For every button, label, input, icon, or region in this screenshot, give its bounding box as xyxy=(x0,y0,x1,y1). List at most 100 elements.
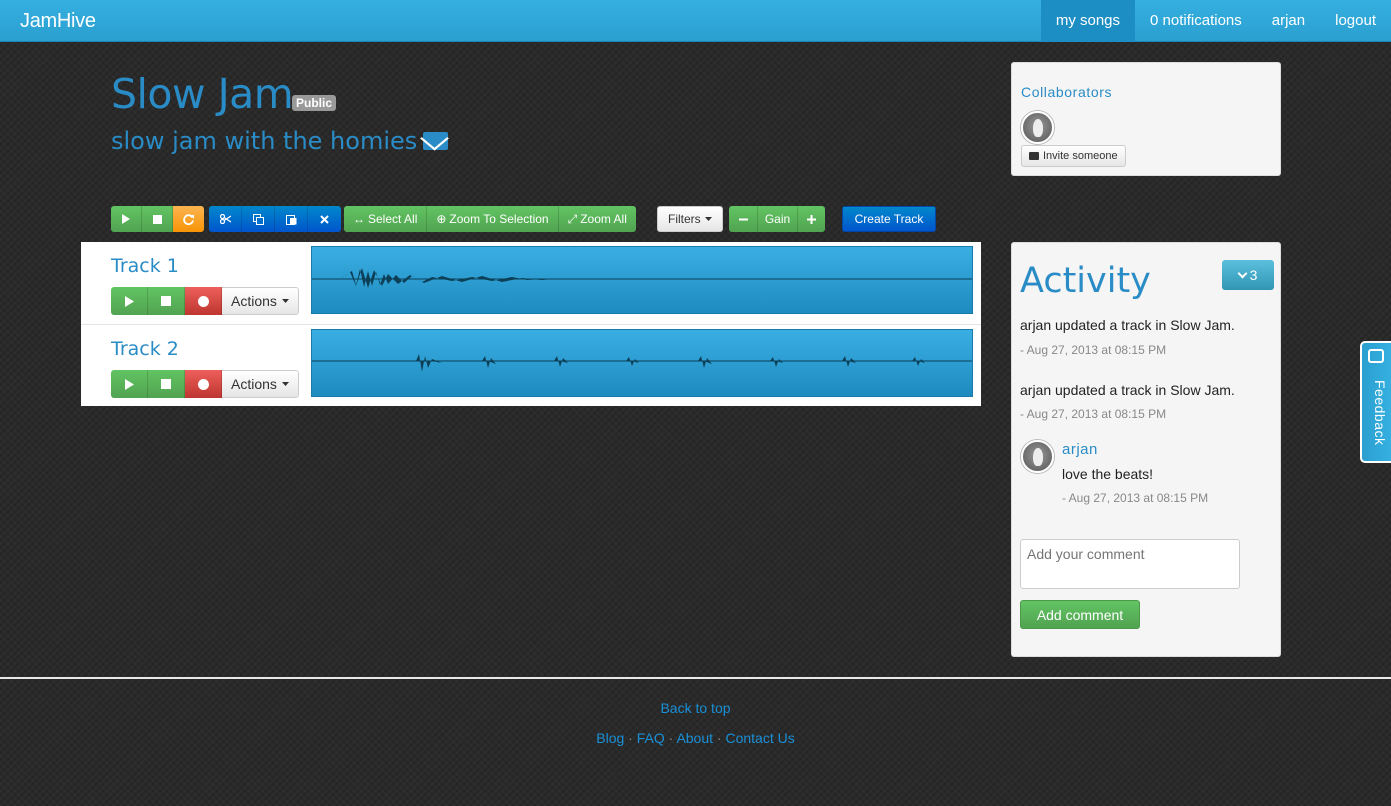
caret-down-icon xyxy=(281,299,289,303)
plus-icon xyxy=(807,214,816,224)
brand-logo[interactable]: JamHive xyxy=(20,0,96,42)
minus-icon xyxy=(738,218,748,220)
refresh-icon xyxy=(183,213,194,225)
comment-time: - Aug 27, 2013 at 08:15 PM xyxy=(1062,491,1209,505)
activity-item-time: - Aug 27, 2013 at 08:15 PM xyxy=(1020,343,1167,357)
chevron-down-icon xyxy=(1237,268,1248,278)
track-waveform[interactable] xyxy=(311,329,973,397)
avatar[interactable] xyxy=(1021,111,1054,144)
nav-my-songs[interactable]: my songs xyxy=(1040,0,1136,42)
waveform-graphic xyxy=(312,354,972,372)
track-record-button[interactable] xyxy=(185,287,222,315)
megaphone-icon xyxy=(1368,349,1384,363)
play-all-button[interactable] xyxy=(111,206,142,232)
play-icon xyxy=(124,295,134,307)
visibility-badge: Public xyxy=(292,95,337,111)
footer-link-faq[interactable]: FAQ xyxy=(637,730,665,746)
collaborators-title: Collaborators xyxy=(1021,84,1113,100)
copy-icon xyxy=(252,213,264,225)
actions-label: Actions xyxy=(231,376,277,392)
back-to-top-link: Back to top xyxy=(0,700,1391,716)
delete-button[interactable] xyxy=(308,206,341,232)
track-actions-dropdown[interactable]: Actions xyxy=(222,287,299,315)
waveform-graphic xyxy=(312,268,972,288)
nav-user[interactable]: arjan xyxy=(1257,0,1320,42)
play-icon xyxy=(122,214,130,224)
top-navbar: JamHive my songs 0 notifications arjan l… xyxy=(0,0,1391,42)
add-comment-button[interactable]: Add comment xyxy=(1020,600,1140,629)
selection-group: ↔ Select All ⊕ Zoom To Selection ⤢ Zoom … xyxy=(344,206,636,232)
track-stop-button[interactable] xyxy=(148,287,185,315)
caret-down-icon xyxy=(281,382,289,386)
track-name[interactable]: Track 2 xyxy=(111,338,179,360)
nav-logout[interactable]: logout xyxy=(1320,0,1391,42)
actions-label: Actions xyxy=(231,293,277,309)
track-record-button[interactable] xyxy=(185,370,222,398)
stop-icon xyxy=(161,379,171,389)
gain-decrease-button[interactable] xyxy=(729,206,758,232)
footer-link-contact[interactable]: Contact Us xyxy=(725,730,794,746)
invite-button[interactable]: Invite someone xyxy=(1021,145,1126,167)
select-all-label: Select All xyxy=(368,212,418,226)
paste-icon xyxy=(285,214,296,225)
close-icon xyxy=(320,214,329,224)
record-icon xyxy=(197,378,209,390)
zoom-selection-button[interactable]: ⊕ Zoom To Selection xyxy=(427,206,559,232)
fullscreen-icon: ⤢ xyxy=(567,212,578,226)
feedback-tab[interactable]: Feedback xyxy=(1360,341,1391,463)
select-all-button[interactable]: ↔ Select All xyxy=(344,206,428,232)
envelope-icon[interactable] xyxy=(423,132,449,150)
footer-divider xyxy=(0,677,1391,679)
back-to-top-label[interactable]: Back to top xyxy=(660,700,730,716)
edit-group xyxy=(209,206,341,232)
comment-author[interactable]: arjan xyxy=(1062,441,1098,458)
stop-all-button[interactable] xyxy=(142,206,173,232)
filters-label: Filters xyxy=(668,212,701,226)
stop-icon xyxy=(152,214,162,224)
zoom-in-icon: ⊕ xyxy=(436,212,447,226)
track-stop-button[interactable] xyxy=(148,370,185,398)
loop-button[interactable] xyxy=(173,206,204,232)
stop-icon xyxy=(161,296,171,306)
activity-title: Activity xyxy=(1020,261,1151,301)
cut-button[interactable] xyxy=(209,206,242,232)
nav-notifications[interactable]: 0 notifications xyxy=(1135,0,1257,42)
activity-toggle-button[interactable]: 3 xyxy=(1222,260,1274,290)
track-play-button[interactable] xyxy=(111,370,148,398)
filters-dropdown[interactable]: Filters xyxy=(657,206,723,232)
collaborators-panel: Collaborators Invite someone xyxy=(1011,62,1281,176)
play-icon xyxy=(124,378,134,390)
invite-label: Invite someone xyxy=(1043,150,1118,162)
create-track-group: Create Track xyxy=(842,206,936,232)
arrows-horizontal-icon: ↔ xyxy=(353,212,365,226)
track-waveform[interactable] xyxy=(311,246,973,314)
track-controls: Actions xyxy=(111,370,299,398)
avatar[interactable] xyxy=(1021,440,1054,473)
comment-text: love the beats! xyxy=(1062,466,1154,482)
track-play-button[interactable] xyxy=(111,287,148,315)
track-list: Track 1 Actions Track 2 Actions xyxy=(81,242,981,406)
paste-button[interactable] xyxy=(275,206,308,232)
footer-link-about[interactable]: About xyxy=(676,730,713,746)
track-controls: Actions xyxy=(111,287,299,315)
zoom-all-button[interactable]: ⤢ Zoom All xyxy=(558,206,636,232)
track-row: Track 2 Actions xyxy=(81,324,981,406)
footer-link-blog[interactable]: Blog xyxy=(596,730,624,746)
create-track-button[interactable]: Create Track xyxy=(842,206,936,232)
track-row: Track 1 Actions xyxy=(81,242,981,324)
track-name[interactable]: Track 1 xyxy=(111,255,179,277)
gain-increase-button[interactable] xyxy=(798,206,825,232)
nav-menu: my songs 0 notifications arjan logout xyxy=(1040,0,1391,42)
activity-count: 3 xyxy=(1249,267,1258,283)
song-title: Slow Jam xyxy=(111,70,294,118)
record-icon xyxy=(197,295,209,307)
transport-group xyxy=(111,206,204,232)
song-description: slow jam with the homies xyxy=(111,127,449,155)
gain-label: Gain xyxy=(758,206,798,232)
comment-input[interactable] xyxy=(1020,539,1240,589)
activity-item-time: - Aug 27, 2013 at 08:15 PM xyxy=(1020,407,1167,421)
activity-panel: Activity 3 arjan updated a track in Slow… xyxy=(1011,242,1281,657)
copy-button[interactable] xyxy=(242,206,275,232)
envelope-icon xyxy=(1029,152,1039,160)
track-actions-dropdown[interactable]: Actions xyxy=(222,370,299,398)
